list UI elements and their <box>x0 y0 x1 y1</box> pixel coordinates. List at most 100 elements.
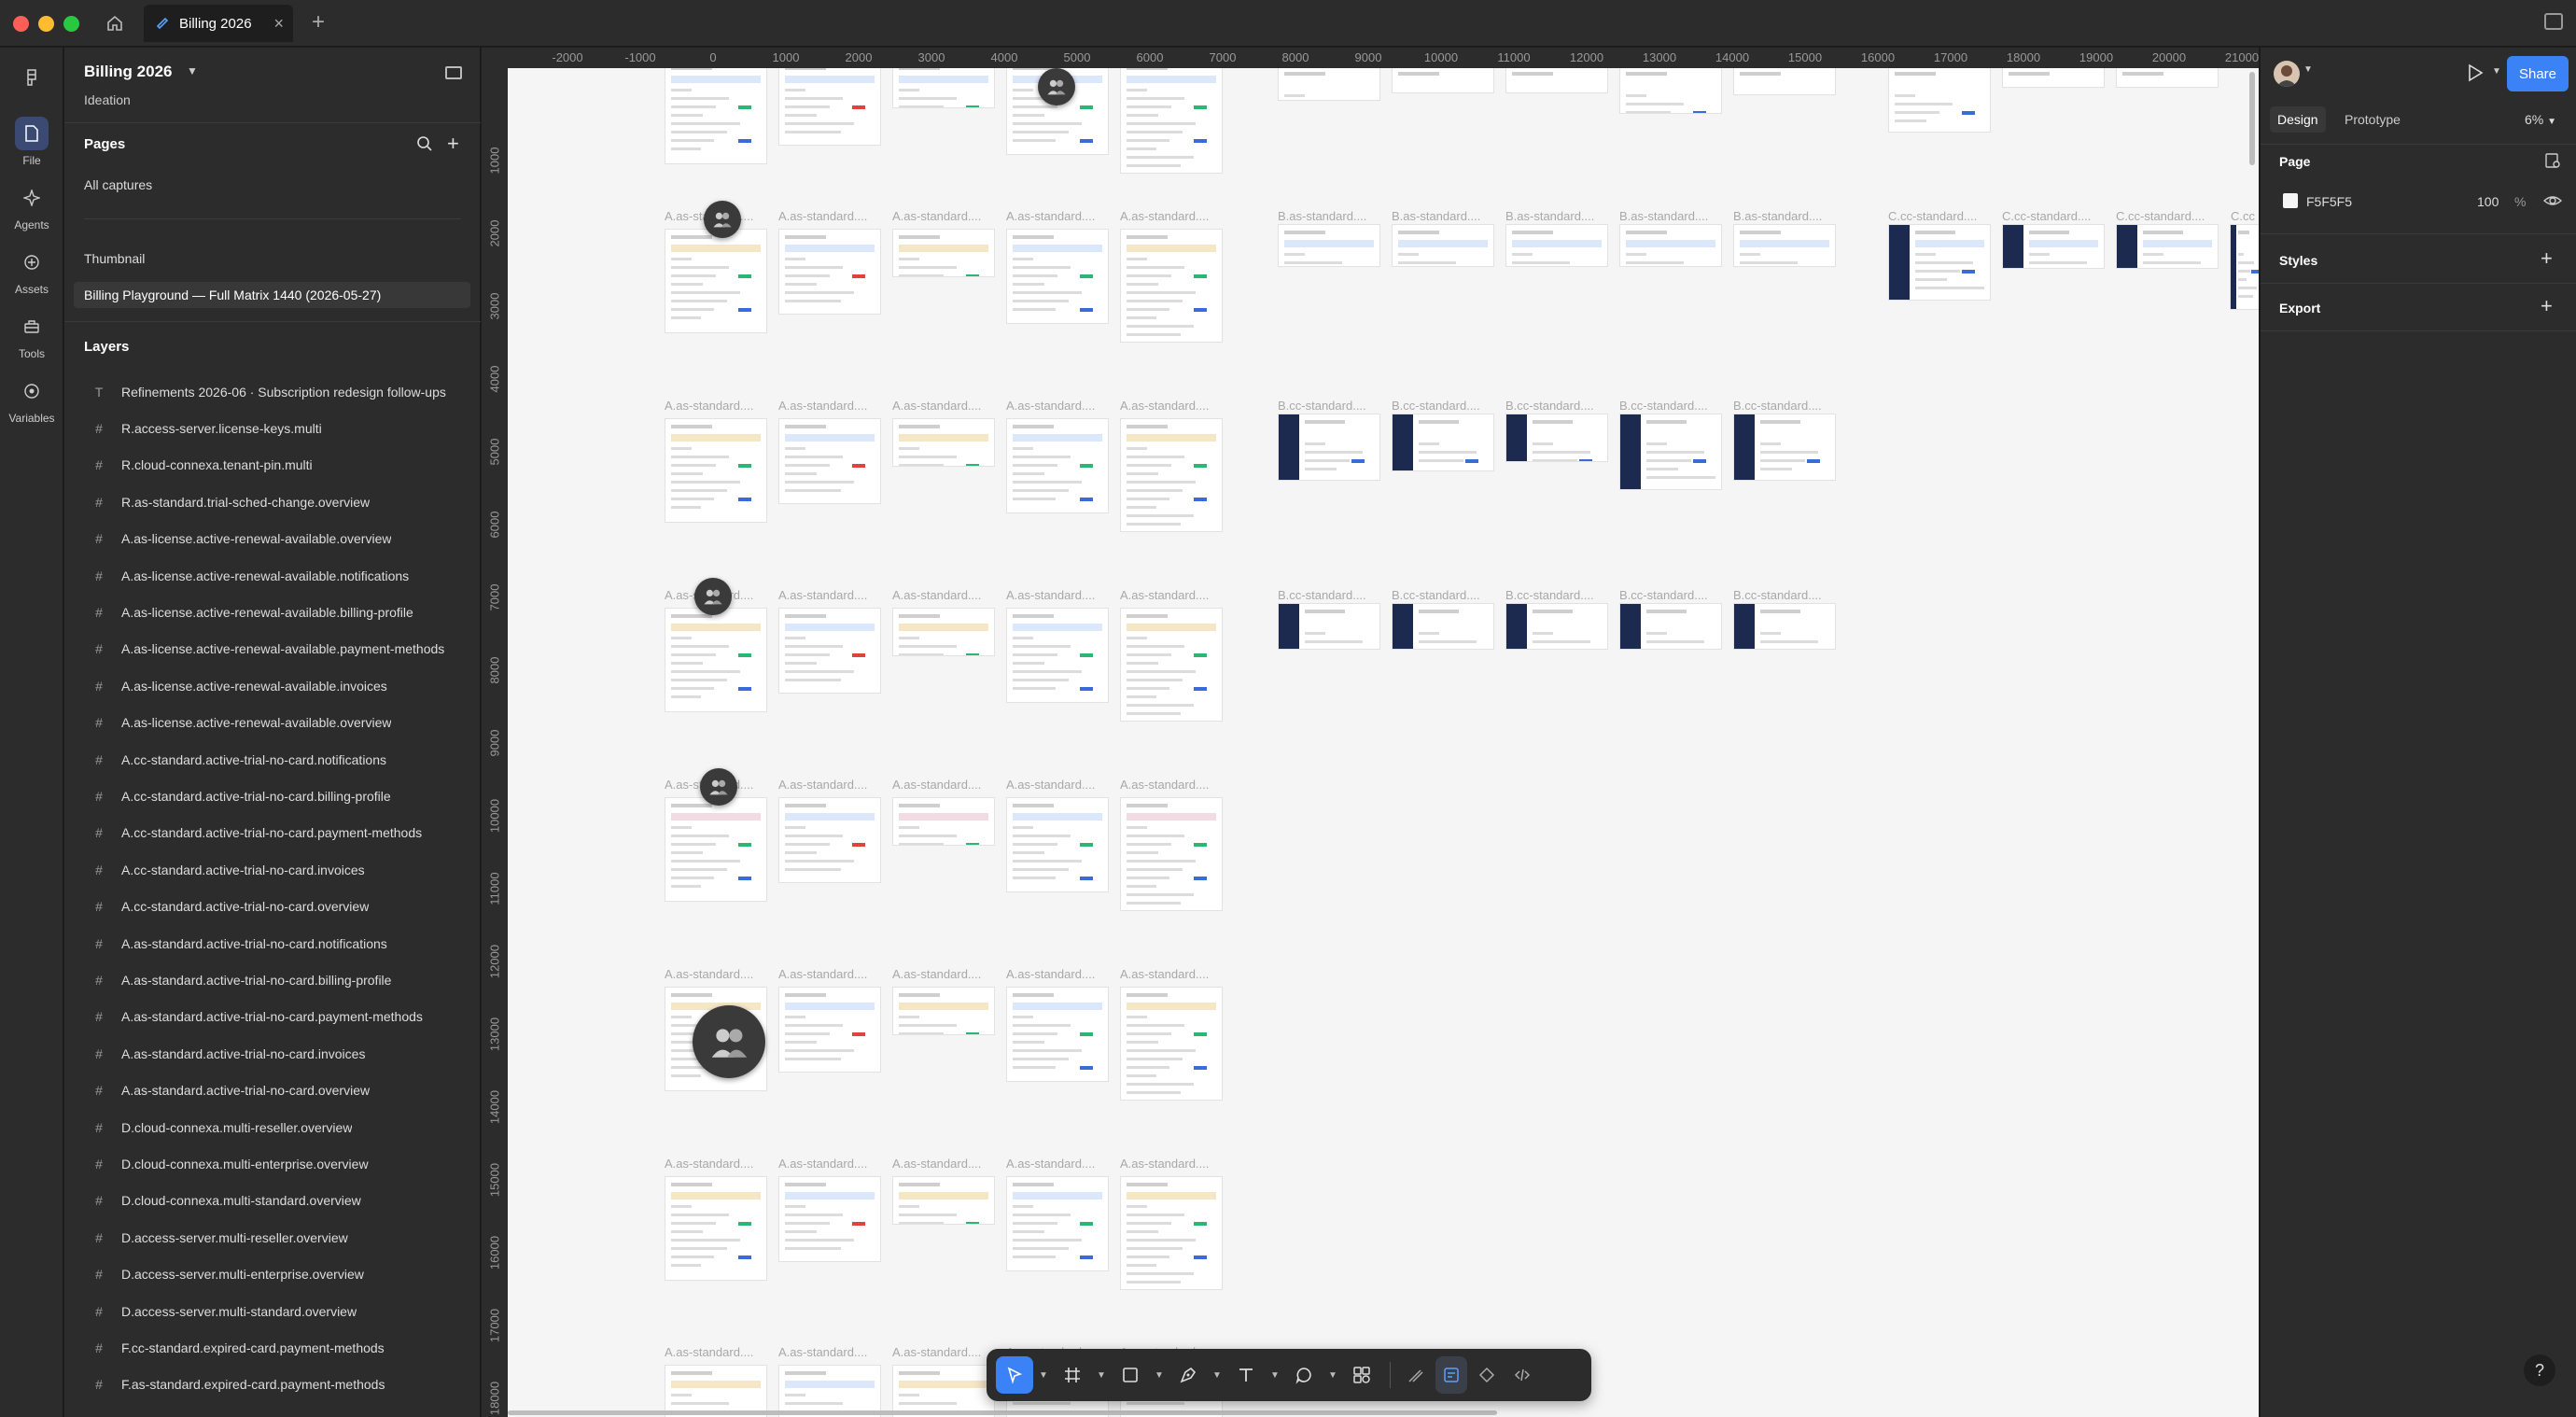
page-color-value[interactable]: F5F5F5 <box>2306 194 2352 209</box>
frame-label[interactable]: A.as-standard.... <box>1120 209 1209 223</box>
rail-item-file[interactable]: File <box>0 117 63 167</box>
frame-thumbnail[interactable] <box>1734 414 1835 480</box>
frame-label[interactable]: A.as-standard.... <box>1120 778 1209 792</box>
frame-thumbnail[interactable] <box>1121 988 1222 1100</box>
multiplayer-avatar-icon[interactable] <box>693 1005 765 1078</box>
frame-thumbnail[interactable] <box>665 798 766 901</box>
frame-label[interactable]: B.as-standard.... <box>1505 209 1594 223</box>
share-button[interactable]: Share <box>2507 56 2569 91</box>
frame-thumbnail[interactable] <box>2231 225 2259 309</box>
rail-item-agents[interactable]: Agents <box>0 181 63 231</box>
component-icon[interactable] <box>1471 1356 1503 1394</box>
frame-label[interactable]: A.as-standard.... <box>1120 967 1209 981</box>
frame-thumbnail[interactable] <box>665 419 766 522</box>
page-item[interactable]: Thumbnail <box>74 246 470 272</box>
frame-thumbnail[interactable] <box>1279 225 1379 266</box>
frame-thumbnail[interactable] <box>1121 230 1222 342</box>
canvas[interactable]: A.as-standard.... A.as-standard.... A.as-s… <box>482 48 2259 1417</box>
frame-thumbnail[interactable] <box>665 1366 766 1417</box>
layer-row[interactable]: # A.as-standard.active-trial-no-card.invo… <box>74 1035 470 1072</box>
window-maximize-button[interactable] <box>63 16 79 32</box>
frame-thumbnail[interactable] <box>665 609 766 711</box>
page-item[interactable]: All captures <box>74 172 470 198</box>
chevron-down-icon[interactable]: ▼ <box>1268 1370 1281 1381</box>
frame-thumbnail[interactable] <box>1393 66 1493 92</box>
frame-thumbnail[interactable] <box>2003 66 2104 87</box>
frame-thumbnail[interactable] <box>1007 230 1108 323</box>
multiplayer-avatar-icon[interactable] <box>694 578 732 615</box>
frame-thumbnail[interactable] <box>1007 1177 1108 1270</box>
frame-label[interactable]: A.as-standard.... <box>1120 1157 1209 1171</box>
frame-thumbnail[interactable] <box>893 609 994 655</box>
tab-design[interactable]: Design <box>2270 106 2326 133</box>
frame-thumbnail[interactable] <box>779 798 880 882</box>
frame-label[interactable]: A.as-standard.... <box>778 778 867 792</box>
frame-label[interactable]: A.as-standard.... <box>892 1345 981 1359</box>
frame-label[interactable]: A.as-standard.... <box>892 1157 981 1171</box>
frame-thumbnail[interactable] <box>779 230 880 314</box>
frame-thumbnail[interactable] <box>779 1366 880 1417</box>
frame-label[interactable]: A.as-standard.... <box>778 399 867 413</box>
layer-row[interactable]: # A.cc-standard.active-trial-no-card.invo… <box>74 851 470 888</box>
frame-thumbnail[interactable] <box>1734 604 1835 649</box>
chevron-down-icon[interactable]: ▼ <box>1095 1370 1108 1381</box>
frame-label[interactable]: B.cc-standard.... <box>1505 588 1594 602</box>
layer-row[interactable]: # R.as-standard.trial-sched-change.overvi… <box>74 484 470 520</box>
horizontal-scrollbar[interactable] <box>508 1410 1497 1415</box>
window-close-button[interactable] <box>13 16 29 32</box>
layer-row[interactable]: # A.cc-standard.active-trial-no-card.over… <box>74 889 470 925</box>
frame-label[interactable]: B.cc-standard.... <box>1392 399 1480 413</box>
frame-label[interactable]: A.as-standard.... <box>1006 399 1095 413</box>
comment-tool-icon[interactable] <box>1285 1356 1323 1394</box>
layer-row[interactable]: # A.as-license.active-renewal-available.o… <box>74 521 470 557</box>
frame-thumbnail[interactable] <box>1734 225 1835 266</box>
design-mode-icon[interactable] <box>1435 1356 1467 1394</box>
frame-label[interactable]: C.cc-standard.... <box>2116 209 2205 223</box>
frame-label[interactable]: A.as-standard.... <box>1006 209 1095 223</box>
multiplayer-avatar-icon[interactable] <box>1038 68 1075 105</box>
user-avatar[interactable] <box>2274 61 2300 87</box>
frame-thumbnail[interactable] <box>1393 225 1493 266</box>
rectangle-tool-icon[interactable] <box>1112 1356 1149 1394</box>
rail-item-variables[interactable]: Variables <box>0 374 63 425</box>
layer-row[interactable]: # D.cloud-connexa.multi-standard.overview <box>74 1183 470 1219</box>
frame-label[interactable]: B.cc-standard.... <box>1278 588 1366 602</box>
page-item-active[interactable]: Billing Playground — Full Matrix 1440 (2… <box>74 282 470 308</box>
tab-prototype[interactable]: Prototype <box>2337 106 2408 133</box>
frame-thumbnail[interactable] <box>1620 414 1721 489</box>
frame-thumbnail[interactable] <box>2117 225 2218 268</box>
frame-label[interactable]: C.cc <box>2231 209 2255 223</box>
frame-label[interactable]: B.cc-standard.... <box>1505 399 1594 413</box>
eye-icon[interactable] <box>2542 192 2563 214</box>
window-sidebar-icon[interactable] <box>2544 13 2563 30</box>
add-export-icon[interactable]: + <box>2541 294 2553 318</box>
chevron-down-icon[interactable]: ▼ <box>1326 1370 1339 1381</box>
frame-label[interactable]: B.cc-standard.... <box>1392 588 1480 602</box>
chevron-down-icon[interactable]: ▼ <box>2492 66 2501 77</box>
frame-thumbnail[interactable] <box>1121 609 1222 721</box>
panel-toggle-icon[interactable] <box>445 66 462 79</box>
frame-label[interactable]: B.cc-standard.... <box>1278 399 1366 413</box>
layer-row[interactable]: # D.cloud-connexa.multi-enterprise.overvi… <box>74 1145 470 1182</box>
add-page-icon[interactable]: + <box>447 132 459 156</box>
rail-item-tools[interactable]: Tools <box>0 310 63 360</box>
pen-tool-icon[interactable] <box>1169 1356 1207 1394</box>
help-button[interactable]: ? <box>2524 1354 2555 1386</box>
layer-row[interactable]: # R.access-server.license-keys.multi <box>74 410 470 446</box>
frame-thumbnail[interactable] <box>1506 604 1607 649</box>
frame-label[interactable]: A.as-standard.... <box>665 1157 753 1171</box>
frame-thumbnail[interactable] <box>893 798 994 845</box>
add-style-icon[interactable]: + <box>2541 246 2553 271</box>
frame-label[interactable]: A.as-standard.... <box>1120 399 1209 413</box>
new-tab-icon[interactable]: + <box>312 9 325 35</box>
frame-thumbnail[interactable] <box>1121 1177 1222 1289</box>
frame-label[interactable]: A.as-standard.... <box>892 778 981 792</box>
file-name[interactable]: Billing 2026 <box>84 63 172 81</box>
layer-row[interactable]: # D.access-server.multi-enterprise.overvi… <box>74 1256 470 1293</box>
layer-row[interactable]: # A.as-standard.active-trial-no-card.bill… <box>74 961 470 998</box>
frame-label[interactable]: B.as-standard.... <box>1619 209 1708 223</box>
layer-row[interactable]: # A.as-license.active-renewal-available.p… <box>74 631 470 667</box>
frame-tool-icon[interactable] <box>1054 1356 1091 1394</box>
frame-thumbnail[interactable] <box>1734 66 1835 94</box>
frame-thumbnail[interactable] <box>1506 66 1607 92</box>
